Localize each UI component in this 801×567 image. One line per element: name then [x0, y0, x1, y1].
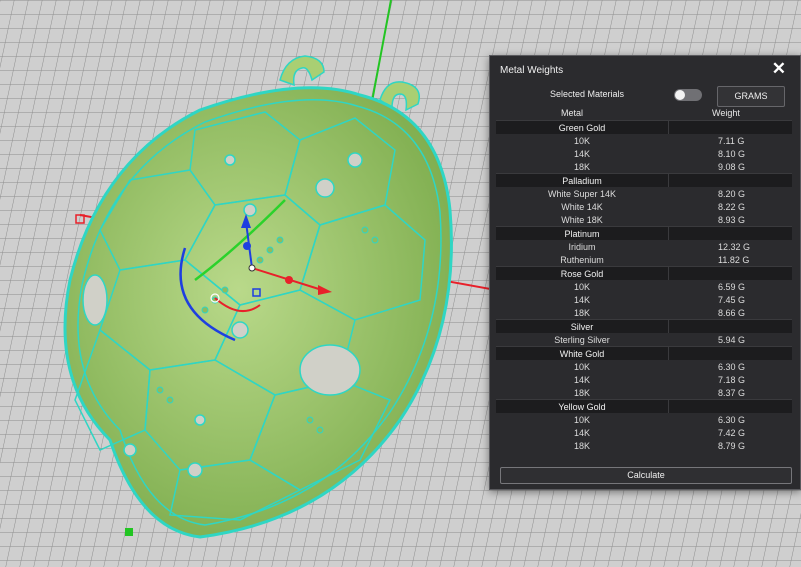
metal-weight: 7.11 G: [718, 135, 745, 146]
table-row: 18K 8.66 G: [496, 306, 792, 319]
column-divider: [668, 227, 669, 240]
metal-name: 14K: [573, 374, 590, 385]
group-header: Green Gold: [496, 120, 792, 134]
group-name: Rose Gold: [560, 268, 604, 279]
group-name: Silver: [570, 321, 594, 332]
column-divider: [668, 347, 669, 360]
column-divider: [668, 121, 669, 134]
column-divider: [668, 320, 669, 333]
metal-weights-panel: Metal Weights ✕ Selected Materials GRAMS…: [489, 55, 801, 490]
column-header-weight: Weight: [712, 108, 740, 118]
column-header-metal: Metal: [561, 108, 584, 118]
metal-name: 18K: [573, 307, 590, 318]
table-row: 18K 9.08 G: [496, 160, 792, 173]
metal-name: Sterling Silver: [554, 334, 610, 345]
column-divider: [668, 400, 669, 413]
table-row: White Super 14K 8.20 G: [496, 187, 792, 200]
selected-materials-row: Selected Materials GRAMS: [490, 86, 800, 107]
metal-name: White 18K: [561, 214, 603, 225]
metal-name: Ruthenium: [560, 254, 604, 265]
table-row: 14K 7.45 G: [496, 293, 792, 306]
table-row: 10K 6.30 G: [496, 413, 792, 426]
table-row: White 14K 8.22 G: [496, 200, 792, 213]
table-row: Ruthenium 11.82 G: [496, 253, 792, 266]
metal-name: 10K: [573, 281, 590, 292]
selected-materials-label: Selected Materials: [550, 89, 625, 99]
group-header: Palladium: [496, 173, 792, 187]
table-row: 14K 8.10 G: [496, 147, 792, 160]
group-name: Palladium: [562, 175, 602, 186]
table-row: 10K 6.30 G: [496, 360, 792, 373]
metal-weights-table: Green Gold 10K 7.11 G 14K 8.10 G 18K 9.08 G Pal…: [496, 120, 792, 452]
metal-weight: 8.66 G: [718, 307, 746, 318]
metal-name: 10K: [573, 361, 590, 372]
metal-weight: 8.37 G: [718, 387, 746, 398]
group-header: Silver: [496, 319, 792, 333]
table-row: 14K 7.42 G: [496, 426, 792, 439]
origin-marker: [125, 528, 133, 536]
metal-name: 10K: [573, 135, 590, 146]
metal-name: 14K: [573, 148, 590, 159]
metal-weight: 5.94 G: [718, 334, 746, 345]
metal-weight: 8.22 G: [718, 201, 746, 212]
table-row: White 18K 8.93 G: [496, 213, 792, 226]
metal-weight: 8.10 G: [718, 148, 746, 159]
group-name: Yellow Gold: [558, 401, 606, 412]
table-row: 10K 7.11 G: [496, 134, 792, 147]
metal-weight: 7.18 G: [718, 374, 746, 385]
metal-name: 14K: [573, 294, 590, 305]
panel-title: Metal Weights: [500, 65, 564, 76]
group-header: Yellow Gold: [496, 399, 792, 413]
column-divider: [668, 267, 669, 280]
metal-name: 14K: [573, 427, 590, 438]
column-divider: [668, 174, 669, 187]
calculate-button[interactable]: Calculate: [500, 467, 792, 484]
metal-weight: 11.82 G: [718, 254, 750, 265]
group-name: Green Gold: [558, 122, 606, 133]
metal-weight: 6.30 G: [718, 361, 746, 372]
metal-weight: 6.30 G: [718, 414, 746, 425]
group-name: White Gold: [559, 348, 605, 359]
metal-weight: 8.93 G: [718, 214, 746, 225]
unit-grams-button[interactable]: GRAMS: [717, 86, 785, 107]
table-row: 14K 7.18 G: [496, 373, 792, 386]
metal-weight: 8.20 G: [718, 188, 746, 199]
group-name: Platinum: [564, 228, 600, 239]
metal-name: 18K: [573, 440, 590, 451]
metal-name: Iridium: [568, 241, 596, 252]
group-header: White Gold: [496, 346, 792, 360]
metal-name: White 14K: [561, 201, 603, 212]
metal-weight: 8.79 G: [718, 440, 746, 451]
metal-weight: 6.59 G: [718, 281, 746, 292]
group-header: Rose Gold: [496, 266, 792, 280]
metal-name: White Super 14K: [547, 188, 617, 199]
metal-weight: 12.32 G: [718, 241, 751, 252]
metal-weight: 7.45 G: [718, 294, 746, 305]
table-row: 10K 6.59 G: [496, 280, 792, 293]
toggle-knob: [675, 90, 685, 100]
metal-name: 18K: [573, 161, 590, 172]
selected-materials-toggle[interactable]: [674, 89, 702, 101]
metal-name: 10K: [573, 414, 590, 425]
table-row: 18K 8.37 G: [496, 386, 792, 399]
table-row: 18K 8.79 G: [496, 439, 792, 452]
metal-name: 18K: [573, 387, 590, 398]
close-icon[interactable]: ✕: [772, 59, 786, 79]
table-row: Sterling Silver 5.94 G: [496, 333, 792, 346]
metal-weight: 9.08 G: [718, 161, 746, 172]
metal-weight: 7.42 G: [718, 427, 746, 438]
table-row: Iridium 12.32 G: [496, 240, 792, 253]
group-header: Platinum: [496, 226, 792, 240]
